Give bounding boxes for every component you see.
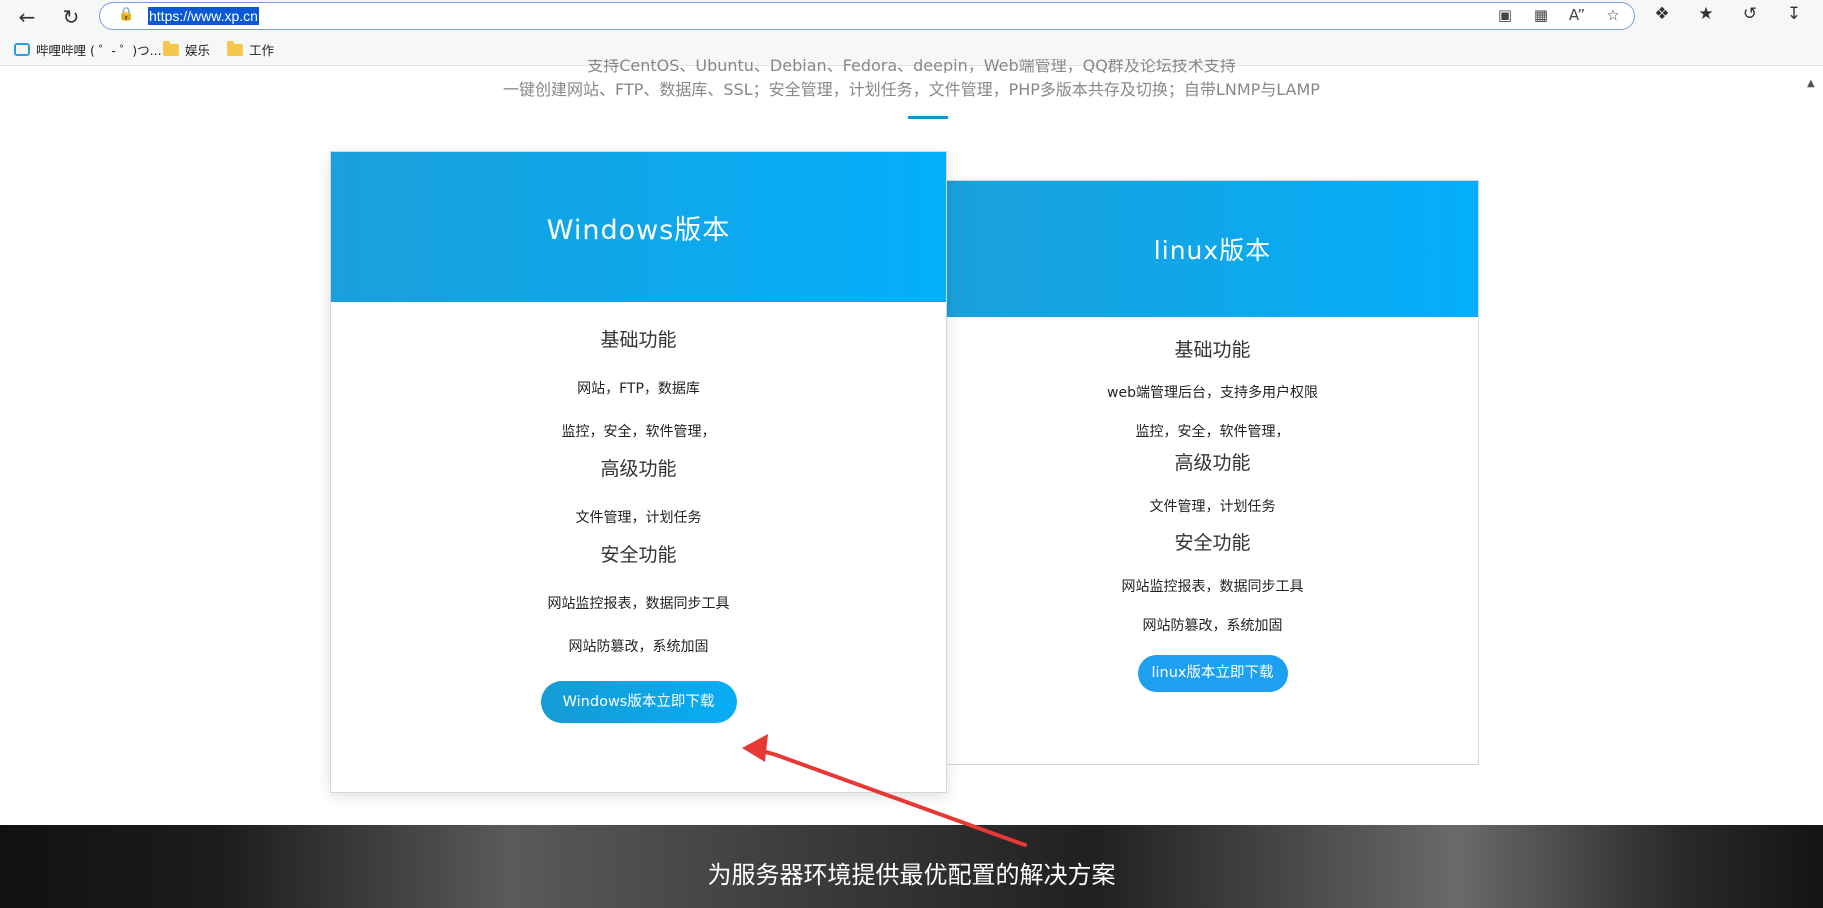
advanced-features-title: 高级功能: [1174, 452, 1251, 474]
intro-line-1: 支持CentOS、Ubuntu、Debian、Fedora、deepin，Web…: [587, 59, 1236, 73]
url-text[interactable]: https://www.xp.cn: [148, 7, 259, 25]
bookmark-bilibili[interactable]: 哔哩哔哩 ( ゜- ゜)つ...: [14, 40, 162, 59]
feature-item: 监控，安全，软件管理，: [561, 424, 716, 440]
read-aloud-icon[interactable]: A”: [1568, 6, 1586, 24]
feature-item: 网站监控报表，数据同步工具: [1121, 579, 1304, 595]
feature-item: 网站监控报表，数据同步工具: [547, 596, 730, 612]
linux-download-button[interactable]: linux版本立即下载: [1137, 655, 1288, 692]
feature-item: 网站，FTP，数据库: [577, 381, 700, 397]
back-arrow-icon[interactable]: ←: [14, 4, 40, 30]
windows-card-title: Windows版本: [331, 152, 946, 302]
bookmark-folder-entertainment[interactable]: 娱乐: [163, 40, 210, 59]
refresh-icon[interactable]: ↻: [58, 4, 84, 30]
feature-item: 文件管理，计划任务: [1149, 499, 1276, 515]
bookmark-label: 哔哩哔哩 ( ゜- ゜)つ...: [36, 43, 162, 58]
basic-features-title: 基础功能: [1174, 339, 1251, 361]
qr-code-icon[interactable]: ▦: [1532, 6, 1550, 24]
banner-slogan: 为服务器环境提供最优配置的解决方案: [707, 861, 1116, 889]
feature-item: web端管理后台，支持多用户权限: [1107, 385, 1318, 401]
browser-toolbar: ← ↻ 🔒 https://www.xp.cn ▣ ▦ A” ☆ ❖ ★ ↺ ↧: [0, 0, 1823, 34]
history-icon[interactable]: ↺: [1738, 4, 1762, 24]
feature-item: 文件管理，计划任务: [575, 510, 702, 526]
security-features-title: 安全功能: [600, 544, 677, 566]
footer-banner: 为服务器环境提供最优配置的解决方案: [0, 825, 1823, 908]
favorites-icon[interactable]: ★: [1694, 4, 1718, 24]
bookmark-folder-work[interactable]: 工作: [227, 40, 274, 59]
security-features-title: 安全功能: [1174, 532, 1251, 554]
folder-icon: [227, 40, 243, 56]
bilibili-icon: [14, 43, 30, 56]
feature-item: 网站防篡改，系统加固: [568, 639, 709, 655]
address-bar[interactable]: 🔒 https://www.xp.cn ▣ ▦ A” ☆: [99, 2, 1635, 30]
extensions-icon[interactable]: ❖: [1650, 4, 1674, 24]
bookmark-label: 娱乐: [185, 43, 211, 58]
advanced-features-title: 高级功能: [600, 458, 677, 480]
download-icon[interactable]: ↧: [1782, 4, 1806, 24]
bookmark-label: 工作: [249, 43, 275, 58]
accent-divider: [908, 116, 948, 119]
basic-features-title: 基础功能: [600, 329, 677, 351]
linux-version-card: linux版本 基础功能 web端管理后台，支持多用户权限 监控，安全，软件管理…: [946, 180, 1479, 765]
folder-icon: [163, 40, 179, 56]
feature-item: 网站防篡改，系统加固: [1142, 618, 1283, 634]
linux-card-title: linux版本: [947, 181, 1478, 317]
windows-download-button[interactable]: Windows版本立即下载: [540, 681, 737, 723]
lock-icon[interactable]: 🔒: [118, 7, 134, 22]
feature-item: 监控，安全，软件管理，: [1135, 424, 1290, 440]
intro-line-2: 一键创建网站、FTP、数据库、SSL；安全管理，计划任务，文件管理，PHP多版本…: [503, 80, 1320, 99]
device-icon[interactable]: ▣: [1496, 6, 1514, 24]
windows-version-card: Windows版本 基础功能 网站，FTP，数据库 监控，安全，软件管理， 高级…: [330, 151, 947, 793]
add-favorite-icon[interactable]: ☆: [1604, 6, 1622, 24]
